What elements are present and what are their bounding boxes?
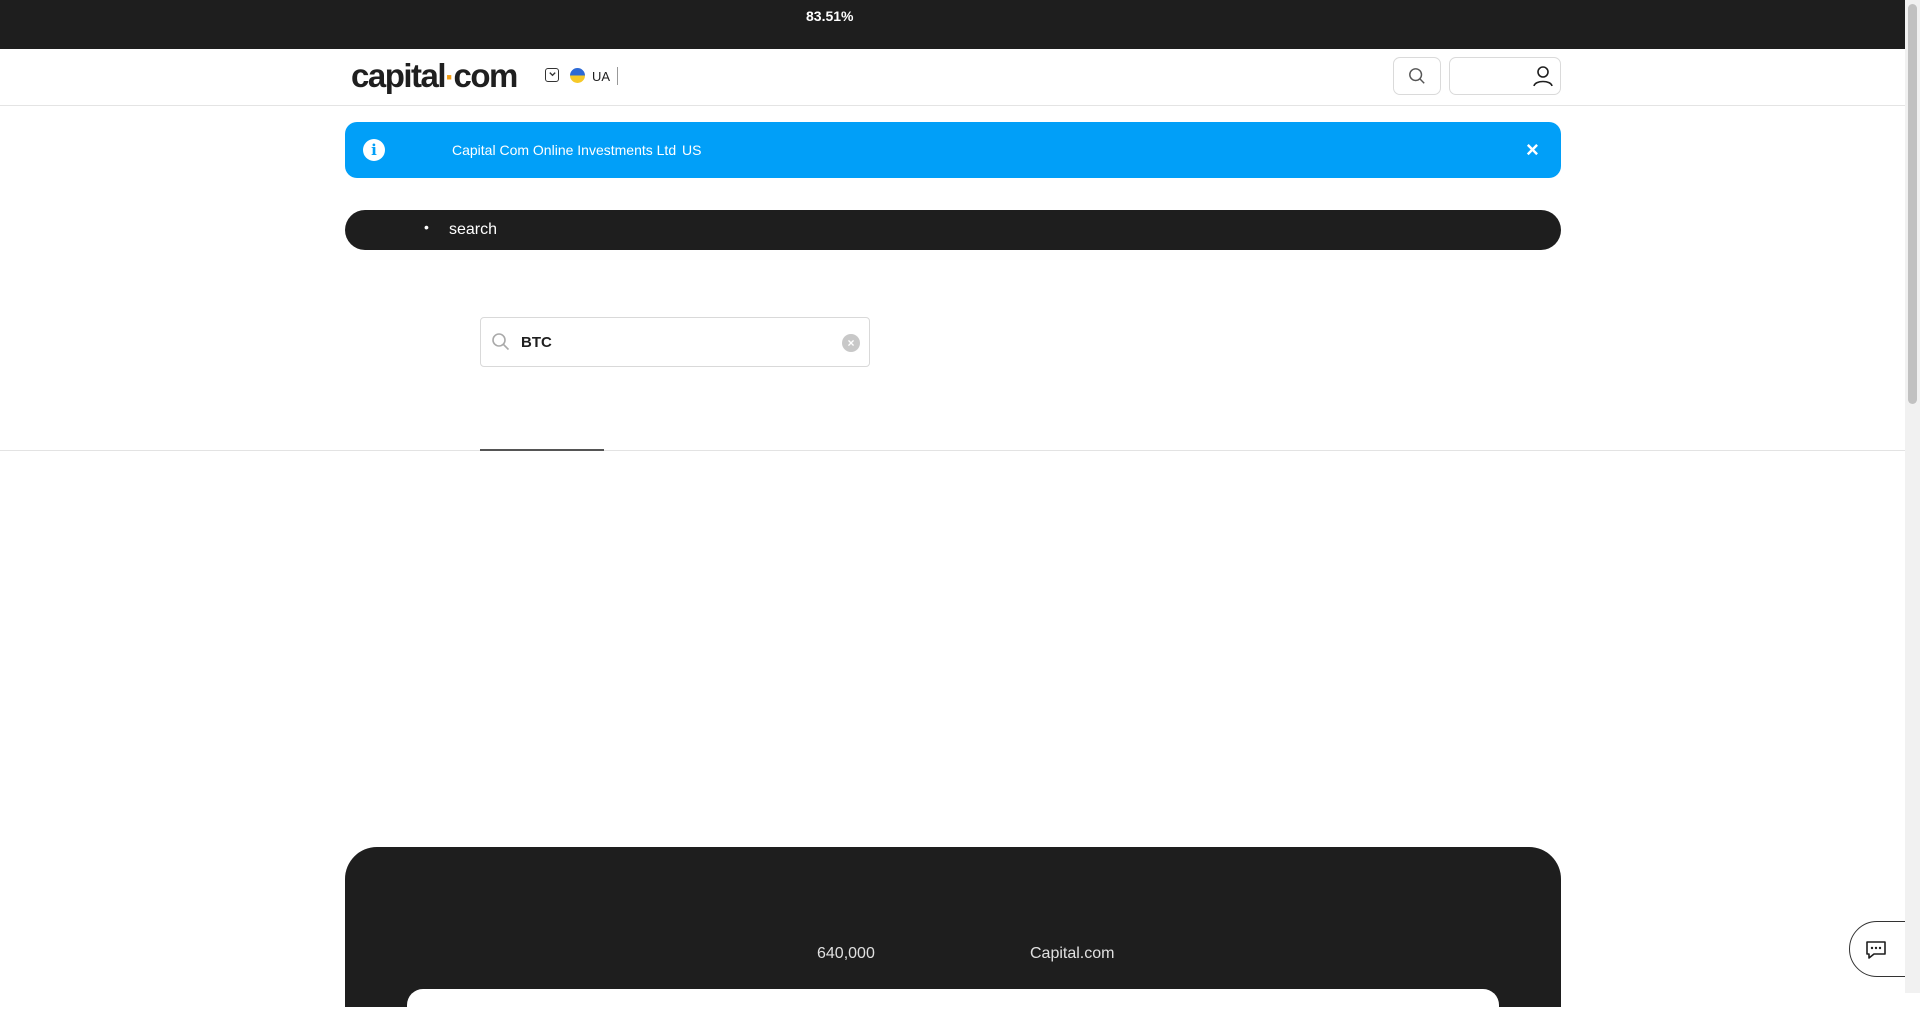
breadcrumb-bullet: • bbox=[424, 219, 429, 235]
clear-icon[interactable]: × bbox=[842, 334, 860, 352]
search-breadcrumb-bar: • search bbox=[345, 210, 1561, 250]
breadcrumb-label[interactable]: search bbox=[449, 221, 497, 239]
user-icon bbox=[1533, 66, 1553, 87]
country-code[interactable]: UA bbox=[592, 69, 610, 84]
footer-brand: Capital.com bbox=[1030, 945, 1115, 962]
footer-count: 640,000 bbox=[817, 945, 875, 962]
active-tab-indicator[interactable] bbox=[480, 449, 604, 451]
search-icon bbox=[1409, 68, 1425, 84]
chevron-down-icon[interactable] bbox=[545, 68, 559, 82]
account-button[interactable] bbox=[1449, 57, 1561, 95]
search-field[interactable]: × bbox=[480, 317, 870, 367]
banner-company-text: Capital Com Online Investments Ltd bbox=[452, 142, 677, 158]
page-scrollbar[interactable] bbox=[1905, 0, 1920, 993]
chat-button[interactable] bbox=[1849, 921, 1909, 977]
banner-region-text[interactable]: US bbox=[682, 142, 701, 158]
info-banner: i Capital Com Online Investments Ltd US … bbox=[345, 122, 1561, 178]
footer-inner-panel bbox=[407, 989, 1499, 1019]
chat-icon bbox=[1866, 941, 1886, 959]
site-header: capital·com UA bbox=[0, 49, 1905, 106]
capital-com-logo[interactable]: capital·com bbox=[351, 57, 518, 95]
info-icon: i bbox=[363, 139, 385, 161]
close-icon[interactable]: × bbox=[1526, 137, 1539, 163]
footer-promo-card: 640,000 Capital.com bbox=[345, 847, 1561, 1019]
search-input[interactable] bbox=[521, 330, 821, 354]
tabs-divider bbox=[0, 450, 1905, 451]
search-icon bbox=[492, 333, 510, 351]
top-announcement-bar: 83.51% bbox=[0, 0, 1905, 49]
ukraine-flag-icon[interactable] bbox=[570, 68, 585, 83]
header-divider bbox=[617, 67, 618, 85]
scrollbar-thumb[interactable] bbox=[1908, 4, 1917, 404]
header-search-button[interactable] bbox=[1393, 57, 1441, 95]
percentage-text: 83.51% bbox=[806, 8, 854, 24]
